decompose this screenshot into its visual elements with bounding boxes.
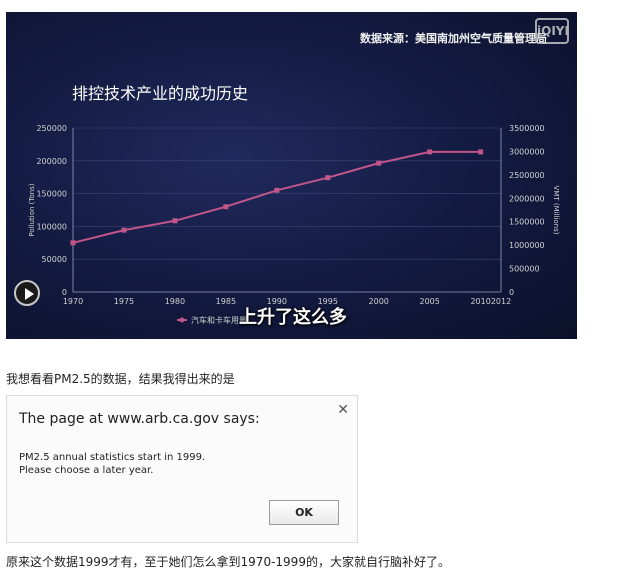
data-point [478,149,484,155]
y2-tick-label: 2000000 [509,194,545,203]
line-chart: 0500001000001500002000002500000500000100… [28,124,560,325]
y2-axis-label: VMT (Millions) [552,186,560,235]
y2-tick-label: 1000000 [509,241,545,250]
x-tick-label: 1975 [114,297,134,306]
conclusion-text: 原来这个数据1999才有，至于她们怎么拿到1970-1999的，大家就自行脑补好… [6,555,450,569]
play-button[interactable] [14,280,40,306]
chart-title: 排控技术产业的成功历史 [72,84,249,103]
ok-button[interactable]: OK [269,500,339,525]
y2-tick-label: 2500000 [509,171,545,180]
x-tick-label: 2000 [369,297,389,306]
data-source-label: 数据来源：美国南加州空气质量管理局 [360,32,547,45]
y2-tick-label: 3000000 [509,147,545,156]
dialog-message: PM2.5 annual statistics start in 1999. P… [19,452,206,476]
x-tick-label: 1985 [216,297,236,306]
dialog-title: The page at www.arb.ca.gov says: [19,411,260,427]
y-tick-label: 0 [62,288,67,297]
data-point [172,218,178,224]
y2-tick-label: 0 [509,288,514,297]
y-tick-label: 100000 [36,222,67,231]
x-tick-label: 2010 [470,297,490,306]
intro-text: 我想看看PM2.5的数据，结果我得出来的是 [6,372,235,386]
y2-tick-label: 3500000 [509,124,545,133]
video-player[interactable]: 0 50000 100000 150000 200000 250000 0 500000 100… [6,12,577,339]
y-axis-label: Pollution (Tons) [28,183,36,236]
x-tick-label: 2012 [491,297,511,306]
x-tick-label: 1970 [63,297,83,306]
data-point [223,204,229,210]
video-subtitle: 上升了这么多 [239,307,347,328]
y-tick-label: 150000 [36,190,67,199]
data-point [70,240,76,246]
x-tick-label: 2005 [419,297,439,306]
data-point [427,149,433,155]
alert-dialog: The page at www.arb.ca.gov says: ✕ PM2.5… [6,395,358,543]
close-icon[interactable]: ✕ [337,402,349,418]
data-point [376,160,382,166]
legend-marker [179,317,185,323]
y2-tick-label: 500000 [509,265,540,274]
y-tick-label: 250000 [36,124,67,133]
y-tick-label: 200000 [36,157,67,166]
series-line [72,150,481,244]
data-point [325,175,331,181]
iqiyi-logo-icon: iQIYI [535,18,569,44]
y2-tick-label: 1500000 [509,218,545,227]
x-tick-label: 1980 [165,297,185,306]
data-point [274,187,280,193]
y-tick-label: 50000 [42,255,67,264]
data-point [121,227,127,233]
